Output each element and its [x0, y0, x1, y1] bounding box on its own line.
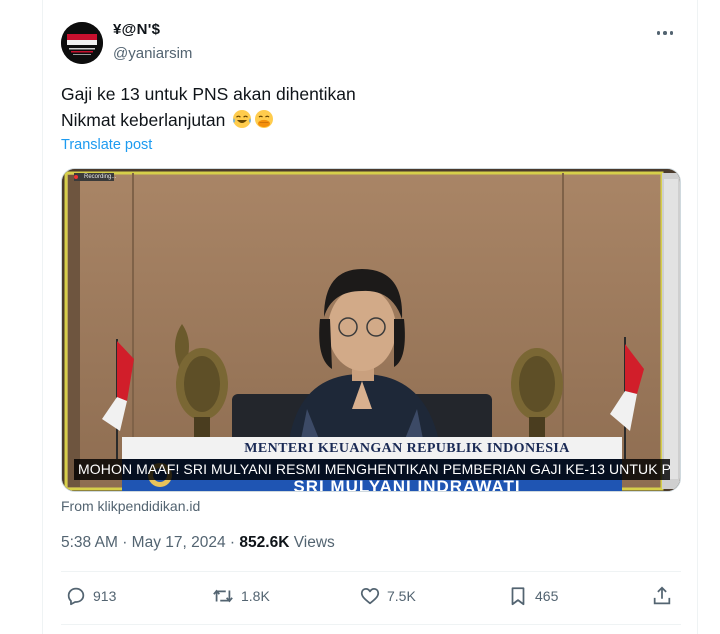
- post-media-image[interactable]: Recording... MENTERI KEUANGAN REPUBLIK I…: [61, 168, 681, 492]
- heart-icon: [360, 587, 380, 605]
- like-count: 7.5K: [387, 588, 416, 604]
- banner-title: MENTERI KEUANGAN REPUBLIK INDONESIA: [244, 441, 570, 456]
- action-bar: 913 1.8K 7.5K 465: [61, 585, 681, 611]
- reply-button[interactable]: 913: [65, 585, 116, 607]
- translate-post-link[interactable]: Translate post: [61, 137, 152, 153]
- like-button[interactable]: 7.5K: [359, 585, 416, 607]
- repost-button[interactable]: 1.8K: [211, 585, 270, 607]
- face-with-tears-of-joy-icon: [232, 109, 252, 129]
- media-caption: MOHON MAAF! SRI MULYANI RESMI MENGHENTIK…: [74, 459, 670, 480]
- post-date[interactable]: May 17, 2024: [132, 534, 226, 551]
- reply-icon: [67, 587, 85, 606]
- post-time[interactable]: 5:38 AM: [61, 534, 118, 551]
- bookmark-icon: [511, 587, 525, 606]
- share-button[interactable]: [651, 585, 673, 607]
- meta-separator: ·: [122, 534, 128, 551]
- reply-count: 913: [93, 588, 117, 604]
- share-icon: [653, 586, 671, 605]
- divider: [61, 571, 681, 572]
- views-label: Views: [293, 534, 335, 551]
- author-handle[interactable]: @yaniarsim: [113, 45, 192, 62]
- tweet-text-line-2: Nikmat keberlanjutan: [61, 110, 226, 130]
- tweet-card: ¥@N'$ @yaniarsim Gaji ke 13 untuk PNS ak…: [42, 0, 698, 634]
- bookmark-count: 465: [535, 588, 559, 604]
- bookmark-button[interactable]: 465: [507, 585, 558, 607]
- avatar[interactable]: [61, 22, 103, 64]
- repost-count: 1.8K: [241, 588, 270, 604]
- tweet-text-line-1: Gaji ke 13 untuk PNS akan dihentikan: [61, 84, 356, 104]
- tweet-text: Gaji ke 13 untuk PNS akan dihentikan Nik…: [61, 81, 356, 133]
- meta-separator-2: ·: [229, 534, 236, 551]
- author-display-name[interactable]: ¥@N'$: [113, 21, 160, 38]
- media-source-link[interactable]: From klikpendidikan.id: [61, 498, 200, 514]
- recording-label: Recording...: [84, 174, 117, 180]
- face-with-hand-over-mouth-icon: [254, 109, 274, 129]
- divider-bottom: [61, 624, 681, 625]
- post-meta: 5:38 AM · May 17, 2024 · 852.6K Views: [61, 534, 335, 552]
- views-count[interactable]: 852.6K: [239, 534, 289, 551]
- repost-icon: [213, 589, 233, 603]
- more-options-icon[interactable]: [653, 22, 677, 44]
- tweet-text-line-2-wrap: Nikmat keberlanjutan: [61, 107, 356, 133]
